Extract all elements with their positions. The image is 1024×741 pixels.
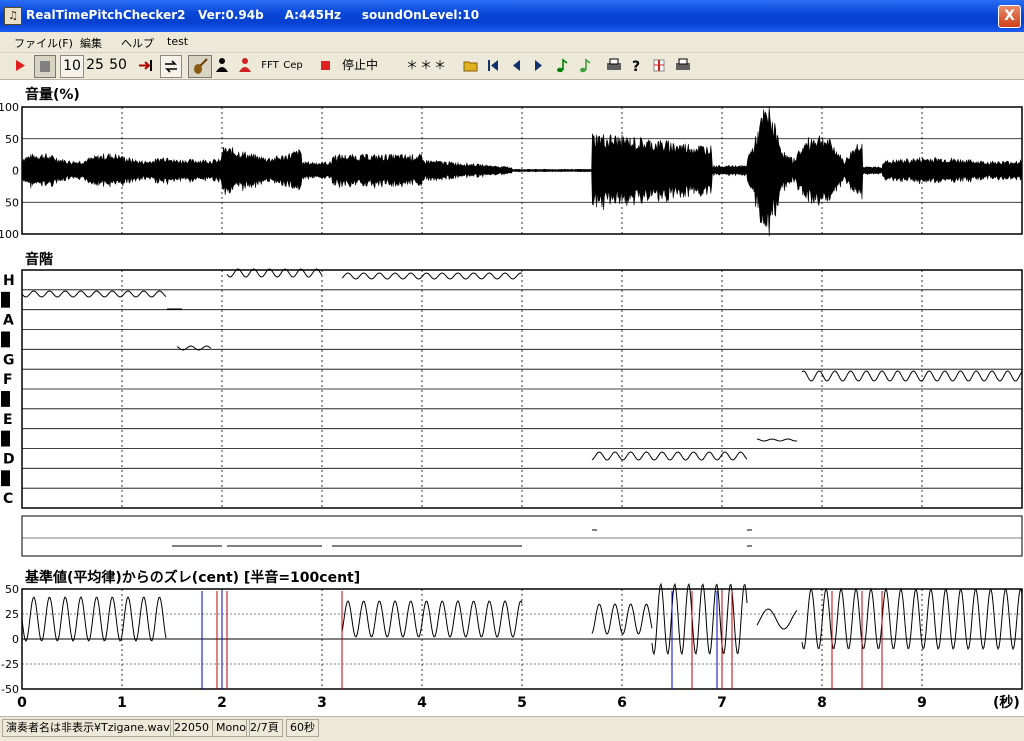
status-label: 停止中 bbox=[341, 58, 378, 72]
black-key bbox=[1, 291, 10, 308]
close-button[interactable]: X bbox=[998, 5, 1021, 28]
menu-edit[interactable]: 編集 bbox=[80, 35, 102, 51]
title-bar: ♫ RealTimePitchChecker2 Ver:0.94b A:445H… bbox=[0, 0, 1024, 32]
note-label: E bbox=[3, 412, 13, 428]
app-icon: ♫ bbox=[4, 7, 22, 25]
mini-strip bbox=[21, 515, 1023, 557]
play-button[interactable] bbox=[10, 55, 30, 76]
volume-tick-label: 50 bbox=[5, 133, 19, 146]
volume-tick-label: 100 bbox=[0, 101, 19, 114]
time-tick-label: 3 bbox=[317, 695, 327, 711]
next-icon[interactable] bbox=[530, 55, 548, 76]
black-key bbox=[1, 331, 10, 348]
jump-end-icon[interactable] bbox=[136, 55, 156, 76]
skip-first-icon[interactable] bbox=[484, 55, 502, 76]
loop-button[interactable] bbox=[160, 55, 182, 78]
cep-button[interactable]: Cep bbox=[282, 55, 304, 76]
time-tick-label: 5 bbox=[517, 695, 527, 711]
time-unit-label: (秒) bbox=[993, 694, 1020, 711]
zoom-10-button[interactable]: 10 bbox=[60, 55, 84, 78]
volume-tick-label: 50 bbox=[5, 196, 19, 209]
note-label: F bbox=[3, 372, 13, 388]
time-tick-label: 4 bbox=[417, 695, 427, 711]
black-key bbox=[1, 430, 10, 447]
note-display: ＊＊＊ bbox=[405, 58, 448, 72]
cent-tick-label: 0 bbox=[12, 633, 19, 646]
note-label: C bbox=[3, 491, 13, 507]
menu-file[interactable]: ファイル(F) bbox=[14, 35, 73, 51]
previous-icon[interactable] bbox=[507, 55, 525, 76]
status-file: 演奏者名は非表示¥Tzigane.wav bbox=[2, 719, 174, 737]
record-icon[interactable] bbox=[316, 55, 336, 76]
analysis-graphs: 音量(%) 10050050100 音階 HAGFEDC 基準値(平均律)からの… bbox=[0, 86, 1023, 711]
menu-bar: ファイル(F) 編集 ヘルプ test bbox=[0, 32, 1024, 53]
status-duration: 60秒 bbox=[286, 719, 319, 737]
volume-panel-title: 音量(%) bbox=[25, 86, 80, 103]
black-key bbox=[1, 470, 10, 487]
note-label: G bbox=[3, 352, 15, 368]
toolbar: 10 25 50 FFT Cep 停止中 ＊＊＊ ? bbox=[0, 53, 1024, 80]
status-bar: 演奏者名は非表示¥Tzigane.wav 22050 Mono 2/7頁 60秒 bbox=[0, 716, 1024, 741]
status-sample-rate: 22050 bbox=[170, 719, 213, 737]
cent-tick-label: -25 bbox=[1, 658, 19, 671]
stop-button[interactable] bbox=[34, 55, 56, 78]
cent-tick-label: 25 bbox=[5, 608, 19, 621]
menu-test[interactable]: test bbox=[167, 35, 188, 48]
time-tick-label: 6 bbox=[617, 695, 627, 711]
fft-button[interactable]: FFT bbox=[259, 55, 281, 76]
note-icon[interactable] bbox=[553, 55, 571, 76]
menu-help[interactable]: ヘルプ bbox=[121, 35, 154, 51]
print-icon[interactable] bbox=[673, 55, 693, 76]
status-page: 2/7頁 bbox=[246, 719, 283, 737]
time-tick-label: 9 bbox=[917, 695, 927, 711]
printer-icon[interactable] bbox=[604, 55, 624, 76]
note-alt-icon[interactable] bbox=[576, 55, 594, 76]
note-label: A bbox=[3, 313, 14, 329]
note-label: H bbox=[3, 273, 15, 289]
scale-panel-title: 音階 bbox=[25, 251, 53, 268]
split-view-icon[interactable] bbox=[650, 55, 668, 76]
black-key bbox=[1, 391, 10, 407]
cent-tick-label: 50 bbox=[5, 583, 19, 596]
open-folder-icon[interactable] bbox=[461, 55, 481, 76]
zoom-50-button[interactable]: 50 bbox=[107, 55, 129, 76]
violin-icon[interactable] bbox=[188, 55, 212, 78]
time-tick-label: 8 bbox=[817, 695, 827, 711]
person-icon[interactable] bbox=[213, 55, 231, 76]
svg-text:?: ? bbox=[632, 59, 640, 75]
zoom-25-button[interactable]: 25 bbox=[84, 55, 106, 76]
volume-tick-label: 100 bbox=[0, 228, 19, 241]
time-tick-label: 7 bbox=[717, 695, 727, 711]
time-tick-label: 2 bbox=[217, 695, 227, 711]
singer-icon[interactable] bbox=[236, 55, 254, 76]
volume-tick-label: 0 bbox=[12, 165, 19, 178]
time-tick-label: 0 bbox=[17, 695, 27, 711]
window-title: RealTimePitchChecker2 Ver:0.94b A:445Hz … bbox=[26, 8, 480, 22]
time-tick-label: 1 bbox=[117, 695, 127, 711]
cent-panel-title: 基準値(平均律)からのズレ(cent) [半音=100cent] bbox=[25, 569, 360, 586]
note-label: D bbox=[3, 451, 15, 467]
status-channels: Mono bbox=[212, 719, 250, 737]
help-icon[interactable]: ? bbox=[627, 55, 645, 76]
